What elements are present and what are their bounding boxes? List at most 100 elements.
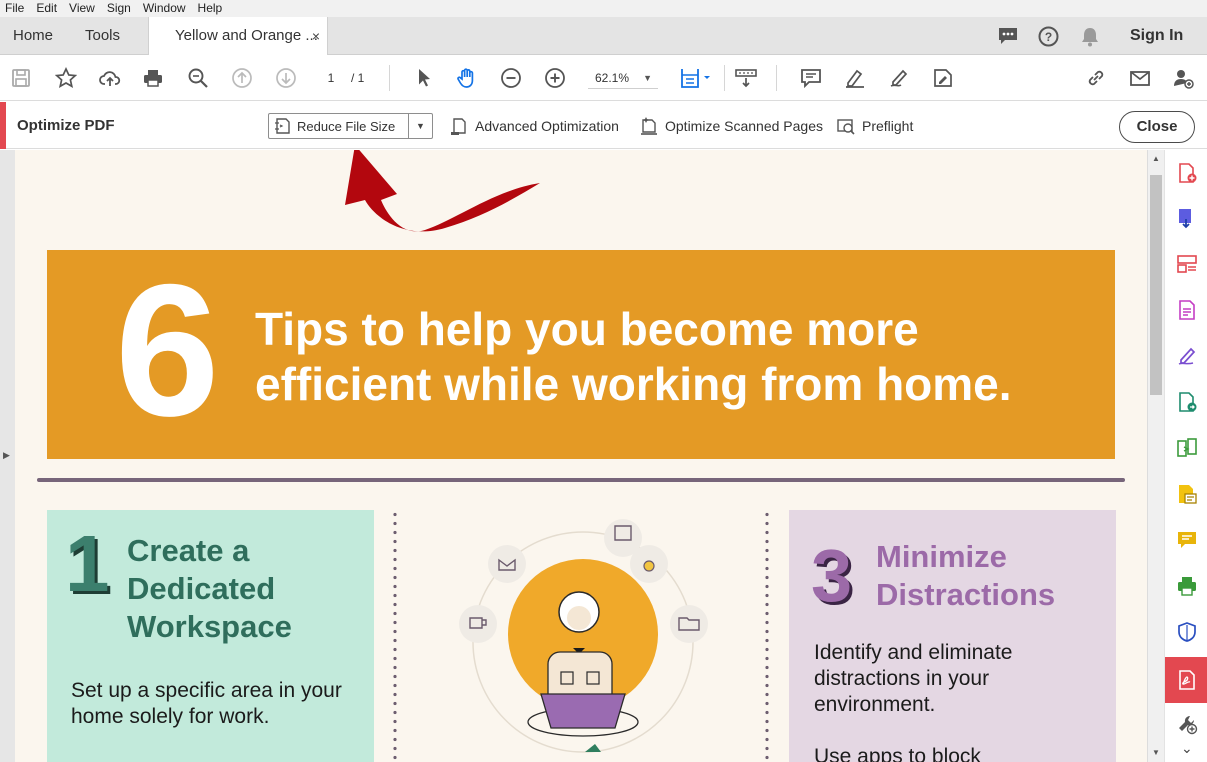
tip-1-body: Set up a specific area in your home sole… [71, 679, 342, 728]
left-panel-collapsed[interactable]: ▶ [0, 150, 15, 762]
reduce-dropdown-chevron-icon[interactable]: ▼ [408, 114, 432, 138]
pdf-page-view[interactable]: 6 Tips to help you become more efficient… [15, 150, 1147, 762]
chat-icon[interactable] [997, 26, 1019, 51]
share-link-icon[interactable] [1084, 66, 1108, 90]
tip-3-number: 3 [811, 534, 853, 617]
optimize-scanned-icon [641, 117, 657, 135]
work-from-home-illustration [459, 519, 708, 753]
sign-in-button[interactable]: Sign In [1130, 17, 1183, 55]
bookmark-star-icon[interactable] [54, 66, 78, 90]
comment-icon[interactable] [799, 66, 823, 90]
menu-help[interactable]: Help [193, 0, 230, 17]
optimize-scanned-pages-label: Optimize Scanned Pages [665, 118, 823, 134]
menu-view[interactable]: View [64, 0, 102, 17]
advanced-optimization-button[interactable]: Advanced Optimization [449, 113, 619, 139]
reduce-file-size-label: Reduce File Size [297, 118, 396, 134]
save-icon[interactable] [9, 66, 33, 90]
reduce-file-size-button[interactable]: Reduce File Size ▼ [268, 113, 433, 139]
dotted-divider [393, 510, 397, 762]
tip-1-title: Create a Dedicated Workspace [127, 532, 292, 646]
previous-page-icon[interactable] [230, 66, 254, 90]
red-callout-arrow [345, 150, 540, 232]
tab-home[interactable]: Home [13, 17, 53, 55]
tip-3-title: Minimize Distractions [876, 538, 1055, 614]
advanced-optimization-label: Advanced Optimization [475, 118, 619, 134]
fit-page-icon[interactable] [678, 66, 714, 90]
notifications-bell-icon[interactable] [1080, 26, 1100, 52]
main-toolbar: 1 / 1 62.1% ▼ [0, 56, 1207, 101]
optimize-pdf-tool-icon[interactable] [1176, 669, 1198, 691]
zoom-level-dropdown[interactable]: 62.1% ▼ [588, 67, 658, 89]
tab-document[interactable]: Yellow and Orange ... × [148, 17, 328, 55]
find-zoom-icon[interactable] [186, 66, 210, 90]
dotted-divider [765, 510, 769, 762]
menu-edit[interactable]: Edit [31, 0, 64, 17]
tab-document-label: Yellow and Orange ... [175, 27, 318, 44]
tip-1-title-line: Workspace [127, 609, 292, 644]
more-tools-wrench-icon[interactable] [1176, 713, 1198, 735]
email-icon[interactable] [1128, 66, 1152, 90]
close-tool-button[interactable]: Close [1119, 111, 1195, 143]
fill-sign-icon[interactable] [931, 66, 955, 90]
tab-bar: Home Tools Yellow and Orange ... × ? Sig… [0, 17, 1207, 55]
zoom-level-value: 62.1% [595, 71, 630, 85]
tab-close-icon[interactable]: × [312, 17, 320, 55]
preflight-button[interactable]: Preflight [836, 113, 913, 139]
tip-1-title-line: Dedicated [127, 571, 276, 606]
share-pdf-icon[interactable] [1176, 391, 1198, 413]
edit-pdf-icon[interactable] [1176, 299, 1198, 321]
tip-card-3: 3 Minimize Distractions Identify and eli… [789, 510, 1116, 762]
zoom-in-icon[interactable] [543, 66, 567, 90]
preflight-label: Preflight [862, 118, 914, 134]
toolbar-divider [776, 65, 777, 91]
panel-expand-chevron-icon[interactable]: ⌄ [1181, 740, 1193, 757]
draw-tool-icon[interactable] [887, 66, 911, 90]
hand-tool-icon[interactable] [455, 66, 479, 90]
tip-1-number: 1 [65, 519, 110, 608]
zoom-out-icon[interactable] [499, 66, 523, 90]
page-number-input[interactable]: 1 [316, 67, 346, 89]
optimize-pdf-bar: Optimize PDF Reduce File Size ▼ Advanced… [0, 102, 1207, 149]
upload-cloud-icon[interactable] [98, 66, 122, 90]
tip-3-title-line: Minimize [876, 539, 1007, 574]
request-signature-icon[interactable] [1176, 483, 1198, 505]
tip-3-body-continued: Use apps to block [814, 745, 981, 762]
scroll-mode-icon[interactable] [734, 66, 758, 90]
add-user-icon[interactable] [1171, 66, 1195, 90]
protect-shield-icon[interactable] [1176, 621, 1198, 643]
tip-1-title-line: Create a [127, 533, 250, 568]
tip-card-1: 1 Create a Dedicated Workspace Set up a … [47, 510, 374, 762]
highlight-pen-icon[interactable] [843, 66, 867, 90]
optimize-scanned-pages-button[interactable]: Optimize Scanned Pages [639, 113, 823, 139]
print-icon[interactable] [141, 66, 165, 90]
toolbar-divider [724, 65, 725, 91]
menu-window[interactable]: Window [138, 0, 193, 17]
expand-panel-arrow-icon[interactable]: ▶ [3, 450, 10, 461]
menu-sign[interactable]: Sign [102, 0, 138, 17]
banner-title: Tips to help you become more efficient w… [255, 302, 1095, 412]
next-page-icon[interactable] [274, 66, 298, 90]
create-pdf-icon[interactable] [1176, 162, 1198, 184]
export-pdf-icon[interactable] [1176, 207, 1198, 229]
tab-tools[interactable]: Tools [85, 17, 120, 55]
scroll-up-arrow-icon[interactable]: ▲ [1152, 154, 1160, 163]
vertical-scrollbar[interactable]: ▲ ▼ [1147, 150, 1164, 762]
menu-file[interactable]: File [0, 0, 31, 17]
active-tool-marker [0, 102, 6, 149]
optimize-pdf-title: Optimize PDF [17, 117, 115, 134]
select-arrow-icon[interactable] [412, 66, 436, 90]
comment-tool-icon[interactable] [1176, 529, 1198, 551]
fill-and-sign-icon[interactable] [1176, 345, 1198, 367]
print-production-icon[interactable] [1176, 575, 1198, 597]
tip-3-body: Identify and eliminate distractions in y… [814, 641, 1013, 716]
help-icon[interactable]: ? [1038, 26, 1059, 52]
scroll-down-arrow-icon[interactable]: ▼ [1152, 748, 1160, 757]
preflight-icon [837, 119, 855, 135]
reduce-file-size-icon [269, 114, 297, 138]
right-tools-panel: ⌄ [1164, 150, 1207, 762]
section-divider [37, 478, 1125, 482]
scrollbar-thumb[interactable] [1150, 175, 1162, 395]
combine-files-icon[interactable] [1176, 437, 1198, 459]
organize-pages-icon[interactable] [1176, 253, 1198, 275]
toolbar-divider [389, 65, 390, 91]
